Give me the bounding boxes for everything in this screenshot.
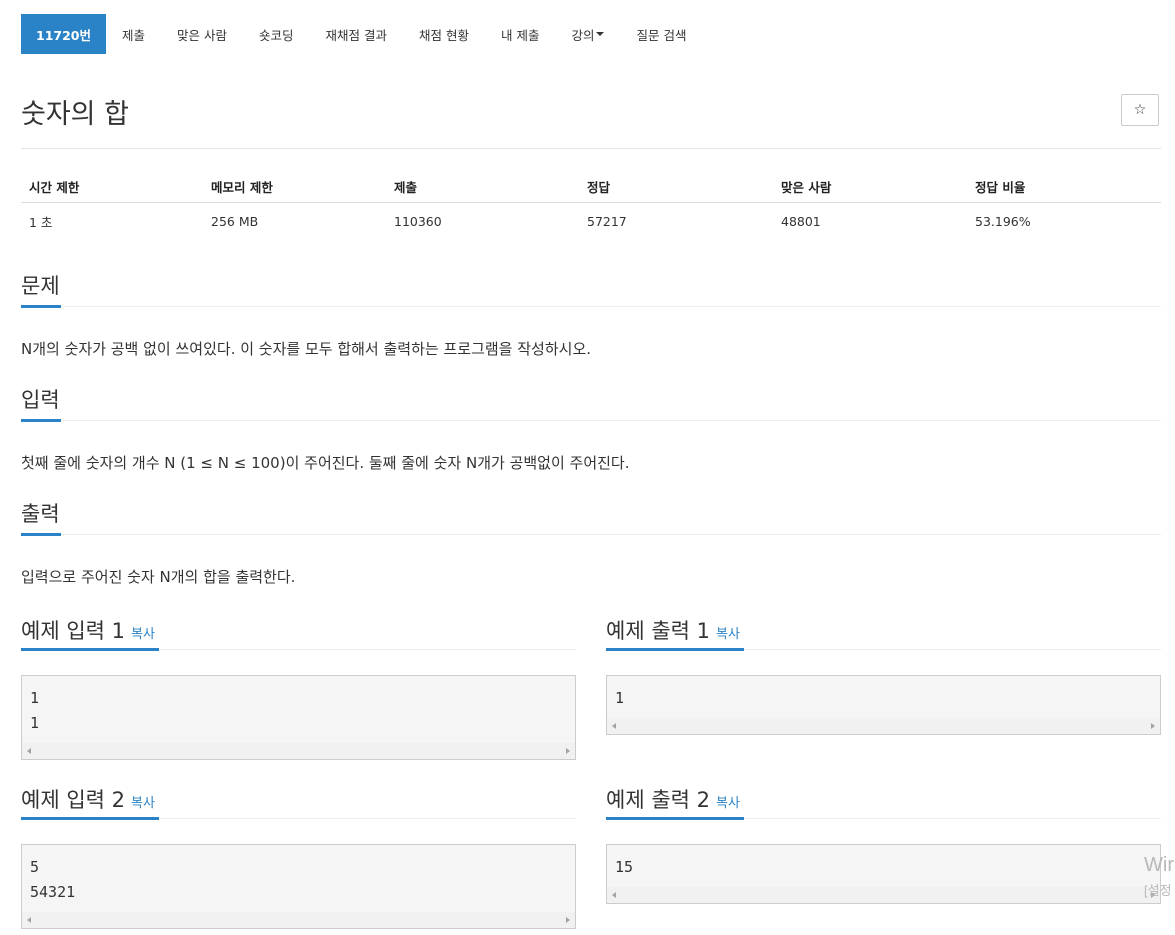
input-heading: 입력 [21,388,60,412]
output-heading: 출력 [21,502,60,526]
value-accept-ratio: 53.196% [975,213,1031,229]
sample-input-2-underline [21,817,159,820]
sample-input-2-title: 예제 입력 2 [21,788,125,812]
tab-problem-number[interactable]: 11720번 [21,14,106,54]
sample-input-1-heading: 예제 입력 1 복사 [21,615,155,645]
sample-output-1-underline [606,648,744,651]
title-divider [21,148,1161,149]
sample-output-1-title: 예제 출력 1 [606,619,710,643]
problem-nav: 11720번 제출 맞은 사람 숏코딩 재채점 결과 채점 현황 내 제출 강의… [21,14,702,54]
scroll-right-arrow-icon[interactable] [1151,723,1155,729]
tab-short-coding[interactable]: 숏코딩 [243,14,310,54]
copy-sample-input-2-link[interactable]: 복사 [131,796,155,811]
value-submissions: 110360 [394,213,442,229]
scroll-left-arrow-icon[interactable] [27,748,31,754]
sample-output-2-title: 예제 출력 2 [606,788,710,812]
tab-lectures[interactable]: 강의 [555,14,620,54]
sample-line: 1 [30,714,40,732]
horizontal-scrollbar[interactable] [22,743,575,759]
sample-output-1-box[interactable]: 1 [606,675,1161,735]
output-heading-rule [21,534,1161,535]
input-description: 첫째 줄에 숫자의 개수 N (1 ≤ N ≤ 100)이 주어진다. 둘째 줄… [21,454,630,472]
value-time-limit: 1 초 [29,214,53,230]
sample-input-2-heading: 예제 입력 2 복사 [21,784,155,814]
info-value-row: 1 초 256 MB 110360 57217 48801 53.196% [21,203,1161,240]
scroll-left-arrow-icon[interactable] [612,723,616,729]
header-memory-limit: 메모리 제한 [203,170,386,203]
caret-down-icon [596,32,605,36]
sample-line: 1 [615,689,625,707]
problem-description: N개의 숫자가 공백 없이 쓰여있다. 이 숫자를 모두 합해서 출력하는 프로… [21,340,592,358]
sample-input-1-title: 예제 입력 1 [21,619,125,643]
copy-sample-input-1-link[interactable]: 복사 [131,627,155,642]
output-description: 입력으로 주어진 숫자 N개의 합을 출력한다. [21,568,296,586]
sample-line: 54321 [30,883,76,901]
tab-rejudge-results[interactable]: 재채점 결과 [310,14,403,54]
sample-input-1-box[interactable]: 11 [21,675,576,760]
tab-lectures-label: 강의 [571,27,595,43]
tab-submit[interactable]: 제출 [106,14,161,54]
tab-my-submissions[interactable]: 내 제출 [485,14,555,54]
sample-output-2-underline [606,817,744,820]
horizontal-scrollbar[interactable] [22,912,575,928]
problem-heading: 문제 [21,274,60,298]
problem-heading-underline [21,305,61,308]
info-header-row: 시간 제한 메모리 제한 제출 정답 맞은 사람 정답 비율 [21,170,1161,203]
output-heading-underline [21,533,61,536]
header-submissions: 제출 [386,170,579,203]
problem-info-table: 시간 제한 메모리 제한 제출 정답 맞은 사람 정답 비율 1 초 256 M… [21,170,1161,239]
problem-heading-rule [21,306,1161,307]
sample-input-2-box[interactable]: 5 54321 [21,844,576,929]
scroll-right-arrow-icon[interactable] [566,748,570,754]
tab-judge-status[interactable]: 채점 현황 [403,14,485,54]
tab-question-search[interactable]: 질문 검색 [620,14,702,54]
header-accept-ratio: 정답 비율 [967,170,1161,203]
input-heading-rule [21,420,1161,421]
sample-line: 1 [30,689,40,707]
copy-sample-output-2-link[interactable]: 복사 [716,796,740,811]
tab-accepted-users[interactable]: 맞은 사람 [161,14,243,54]
horizontal-scrollbar[interactable] [607,887,1160,903]
sample-output-2-box[interactable]: 15 [606,844,1161,904]
sample-output-1-heading: 예제 출력 1 복사 [606,615,740,645]
star-icon: ☆ [1133,102,1147,118]
scroll-left-arrow-icon[interactable] [27,917,31,923]
sample-line: 5 [30,858,40,876]
os-watermark-title: Wir [1144,854,1174,876]
sample-output-2-heading: 예제 출력 2 복사 [606,784,740,814]
value-memory-limit: 256 MB [211,213,259,229]
header-accepted-users: 맞은 사람 [773,170,967,203]
scroll-right-arrow-icon[interactable] [566,917,570,923]
input-heading-underline [21,419,61,422]
horizontal-scrollbar[interactable] [607,718,1160,734]
header-accepted: 정답 [579,170,773,203]
os-watermark-subtitle: [설정 [1144,883,1172,898]
value-accepted-users: 48801 [781,213,821,229]
copy-sample-output-1-link[interactable]: 복사 [716,627,740,642]
scroll-left-arrow-icon[interactable] [612,892,616,898]
header-time-limit: 시간 제한 [21,170,203,203]
value-accepted: 57217 [587,213,627,229]
sample-input-1-underline [21,648,159,651]
sample-line: 15 [615,858,634,876]
problem-title: 숫자의 합 [21,99,129,130]
favorite-star-button[interactable]: ☆ [1121,94,1159,126]
